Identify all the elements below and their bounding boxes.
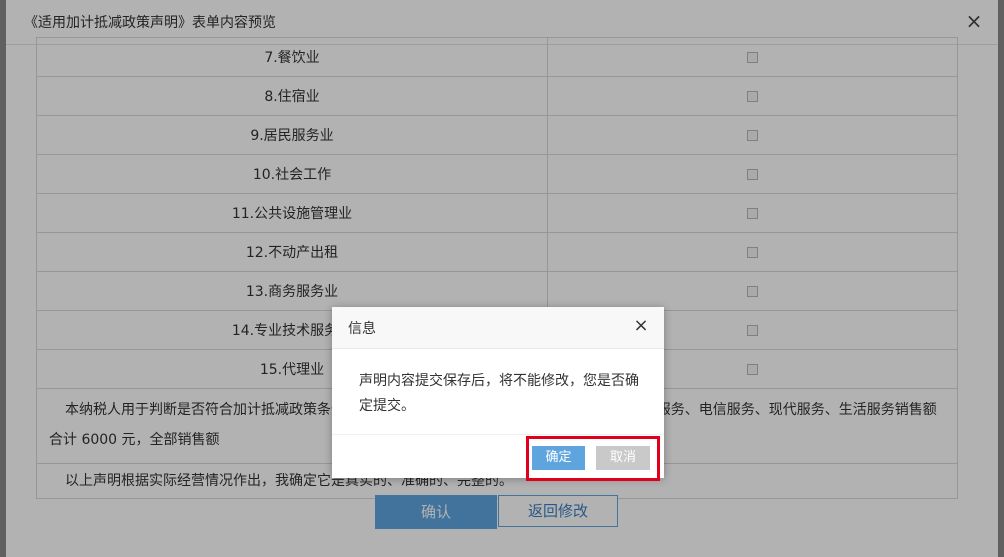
modal-title: 信息 bbox=[348, 321, 376, 337]
modal-header: 信息 × bbox=[332, 307, 664, 349]
close-icon[interactable]: × bbox=[632, 316, 650, 336]
highlight-box bbox=[526, 436, 660, 481]
modal-message: 声明内容提交保存后，将不能修改，您是否确定提交。 bbox=[359, 373, 639, 414]
